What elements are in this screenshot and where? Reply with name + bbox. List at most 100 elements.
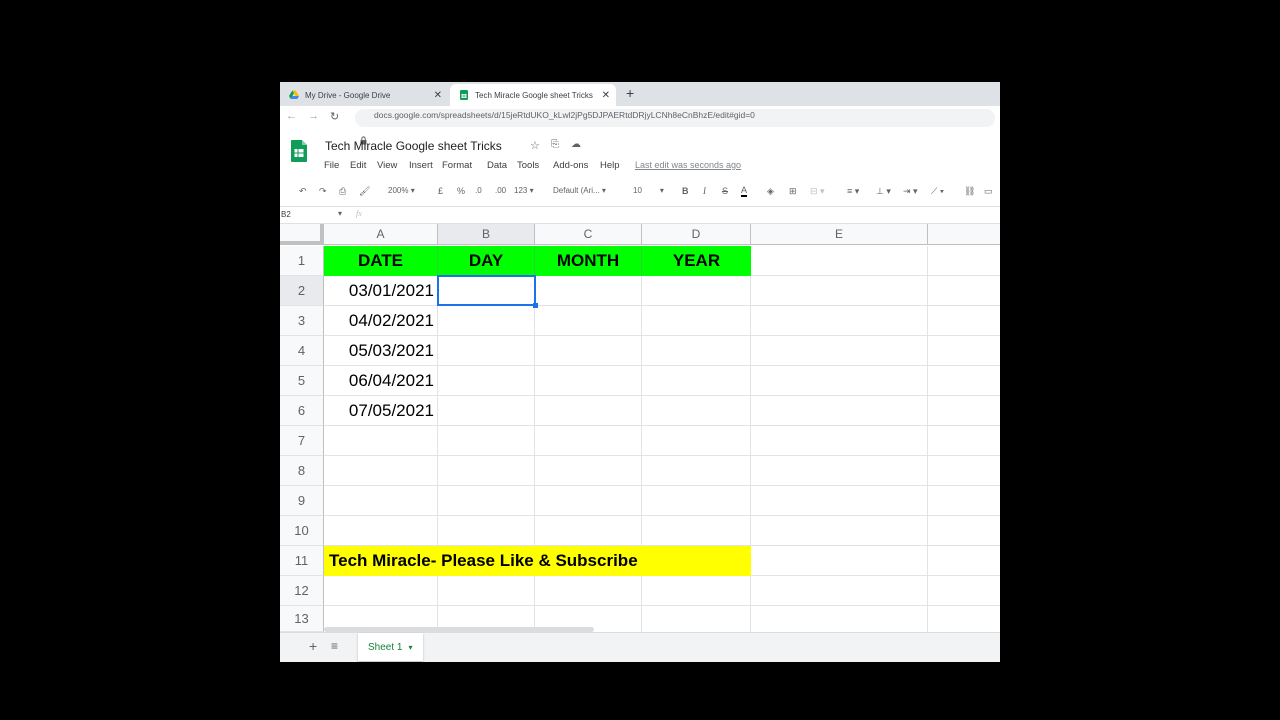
cell-b1[interactable]: DAY [438, 246, 535, 276]
close-tab-icon[interactable]: ✕ [434, 90, 442, 101]
text-rotation-icon[interactable]: ⟋ ▾ [931, 186, 944, 197]
cloud-status-icon[interactable]: ☁ [571, 139, 581, 150]
borders-icon[interactable]: ⊞ [789, 186, 797, 197]
sheets-logo-icon[interactable] [291, 140, 307, 162]
cell-a1[interactable]: DATE [324, 246, 438, 276]
grid-line [324, 515, 1000, 516]
print-icon[interactable]: ⎙ [339, 186, 346, 197]
name-box[interactable]: B2 [281, 210, 291, 219]
redo-icon[interactable]: ↷ [319, 186, 327, 197]
font-select[interactable]: Default (Ari... ▾ [553, 186, 606, 195]
back-icon[interactable]: ← [286, 110, 297, 122]
font-label: Default (Ari... [553, 186, 600, 195]
column-header-a[interactable]: A [324, 224, 438, 245]
zoom-select[interactable]: 200% ▾ [388, 186, 415, 195]
tab-strip: My Drive - Google Drive ✕ Tech Miracle G… [280, 82, 1000, 106]
row-header-13[interactable]: 13 [280, 606, 324, 632]
banner-cell-a11[interactable]: Tech Miracle- Please Like & Subscribe [324, 546, 751, 576]
row-header-8[interactable]: 8 [280, 456, 324, 486]
chevron-down-icon: ▾ [408, 642, 413, 652]
tab-sheet[interactable]: Tech Miracle Google sheet Tricks ✕ [450, 84, 616, 106]
menu-format[interactable]: Format [442, 160, 472, 171]
insert-comment-icon[interactable]: ▭ [984, 186, 993, 197]
grid-line [324, 455, 1000, 456]
row-header-6[interactable]: 6 [280, 396, 324, 426]
currency-format-button[interactable]: £ [438, 186, 443, 196]
last-edit-link[interactable]: Last edit was seconds ago [635, 160, 741, 170]
cell-a5[interactable]: 06/04/2021 [324, 366, 438, 396]
forward-icon[interactable]: → [308, 110, 319, 122]
move-icon[interactable]: ⎘ [551, 139, 559, 150]
text-wrap-icon[interactable]: ⇥ ▾ [903, 186, 918, 197]
vertical-align-icon[interactable]: ⊥ ▾ [876, 186, 891, 197]
column-header-c[interactable]: C [535, 224, 642, 245]
cell-d1[interactable]: YEAR [642, 246, 751, 276]
new-tab-button[interactable]: + [626, 85, 634, 101]
cell-a6[interactable]: 07/05/2021 [324, 396, 438, 426]
row-header-5[interactable]: 5 [280, 366, 324, 396]
insert-link-icon[interactable]: ⛓ [964, 186, 975, 197]
selected-cell-b2[interactable] [437, 275, 536, 306]
fill-color-icon[interactable]: ◈ [767, 186, 774, 197]
menu-tools[interactable]: Tools [517, 160, 539, 171]
name-box-dropdown-icon[interactable]: ▾ [338, 209, 342, 218]
text-color-button[interactable]: A [741, 186, 748, 197]
cell-a3[interactable]: 04/02/2021 [324, 306, 438, 336]
sheet-tab-sheet1[interactable]: Sheet 1 ▾ [358, 633, 423, 661]
bold-button[interactable]: B [682, 186, 689, 196]
sheet-tab-bar: + ≡ Sheet 1 ▾ [280, 632, 1000, 662]
fill-handle[interactable] [533, 303, 538, 308]
url-text[interactable]: docs.google.com/spreadsheets/d/15jeRtdUK… [374, 110, 755, 120]
undo-icon[interactable]: ↶ [299, 186, 307, 197]
cell-a2[interactable]: 03/01/2021 [324, 276, 438, 306]
tab-title: Tech Miracle Google sheet Tricks [475, 90, 593, 100]
cell-a4[interactable]: 05/03/2021 [324, 336, 438, 366]
row-header-9[interactable]: 9 [280, 486, 324, 516]
row-header-3[interactable]: 3 [280, 306, 324, 336]
row-header-1[interactable]: 1 [280, 246, 324, 276]
menu-insert[interactable]: Insert [409, 160, 433, 171]
increase-decimal-button[interactable]: .00 [495, 186, 506, 195]
column-header-f[interactable] [928, 224, 1000, 245]
star-icon[interactable]: ☆ [530, 139, 540, 152]
horizontal-align-icon[interactable]: ≡ ▾ [847, 186, 859, 197]
row-header-2[interactable]: 2 [280, 276, 324, 306]
paint-format-icon[interactable]: 🖌 [359, 186, 370, 197]
grid-line [324, 605, 1000, 606]
add-sheet-button[interactable]: + [309, 638, 317, 654]
cell-c1[interactable]: MONTH [535, 246, 642, 276]
row-header-11[interactable]: 11 [280, 546, 324, 576]
menu-edit[interactable]: Edit [350, 160, 366, 171]
select-all-corner[interactable] [280, 224, 324, 245]
reload-icon[interactable]: ↻ [330, 110, 339, 123]
browser-window: My Drive - Google Drive ✕ Tech Miracle G… [280, 82, 1000, 662]
italic-button[interactable]: I [703, 186, 706, 196]
sheet-tab-label: Sheet 1 [368, 641, 403, 653]
document-title[interactable]: Tech Miracle Google sheet Tricks [325, 139, 502, 153]
row-header-7[interactable]: 7 [280, 426, 324, 456]
menu-data[interactable]: Data [487, 160, 507, 171]
formula-input[interactable] [374, 209, 994, 220]
close-tab-icon[interactable]: ✕ [602, 90, 610, 101]
google-sheets-icon [460, 90, 468, 100]
decrease-decimal-button[interactable]: .0 [475, 186, 482, 195]
row-header-10[interactable]: 10 [280, 516, 324, 546]
row-header-12[interactable]: 12 [280, 576, 324, 606]
column-header-b[interactable]: B [438, 224, 535, 245]
strikethrough-button[interactable]: S [722, 186, 728, 196]
menu-help[interactable]: Help [600, 160, 620, 171]
column-header-d[interactable]: D [642, 224, 751, 245]
row-header-4[interactable]: 4 [280, 336, 324, 366]
number-format-select[interactable]: 123 ▾ [514, 186, 534, 195]
menu-addons[interactable]: Add-ons [553, 160, 588, 171]
tab-title: My Drive - Google Drive [305, 90, 391, 100]
tab-google-drive[interactable]: My Drive - Google Drive ✕ [280, 84, 448, 106]
font-size-select[interactable]: 10 ▾ [633, 186, 664, 195]
merge-cells-icon[interactable]: ⊟ ▾ [810, 186, 825, 197]
column-header-e[interactable]: E [751, 224, 928, 245]
all-sheets-button[interactable]: ≡ [331, 639, 338, 653]
number-format-label: 123 [514, 186, 528, 195]
menu-view[interactable]: View [377, 160, 397, 171]
menu-file[interactable]: File [324, 160, 339, 171]
percent-format-button[interactable]: % [457, 186, 465, 196]
